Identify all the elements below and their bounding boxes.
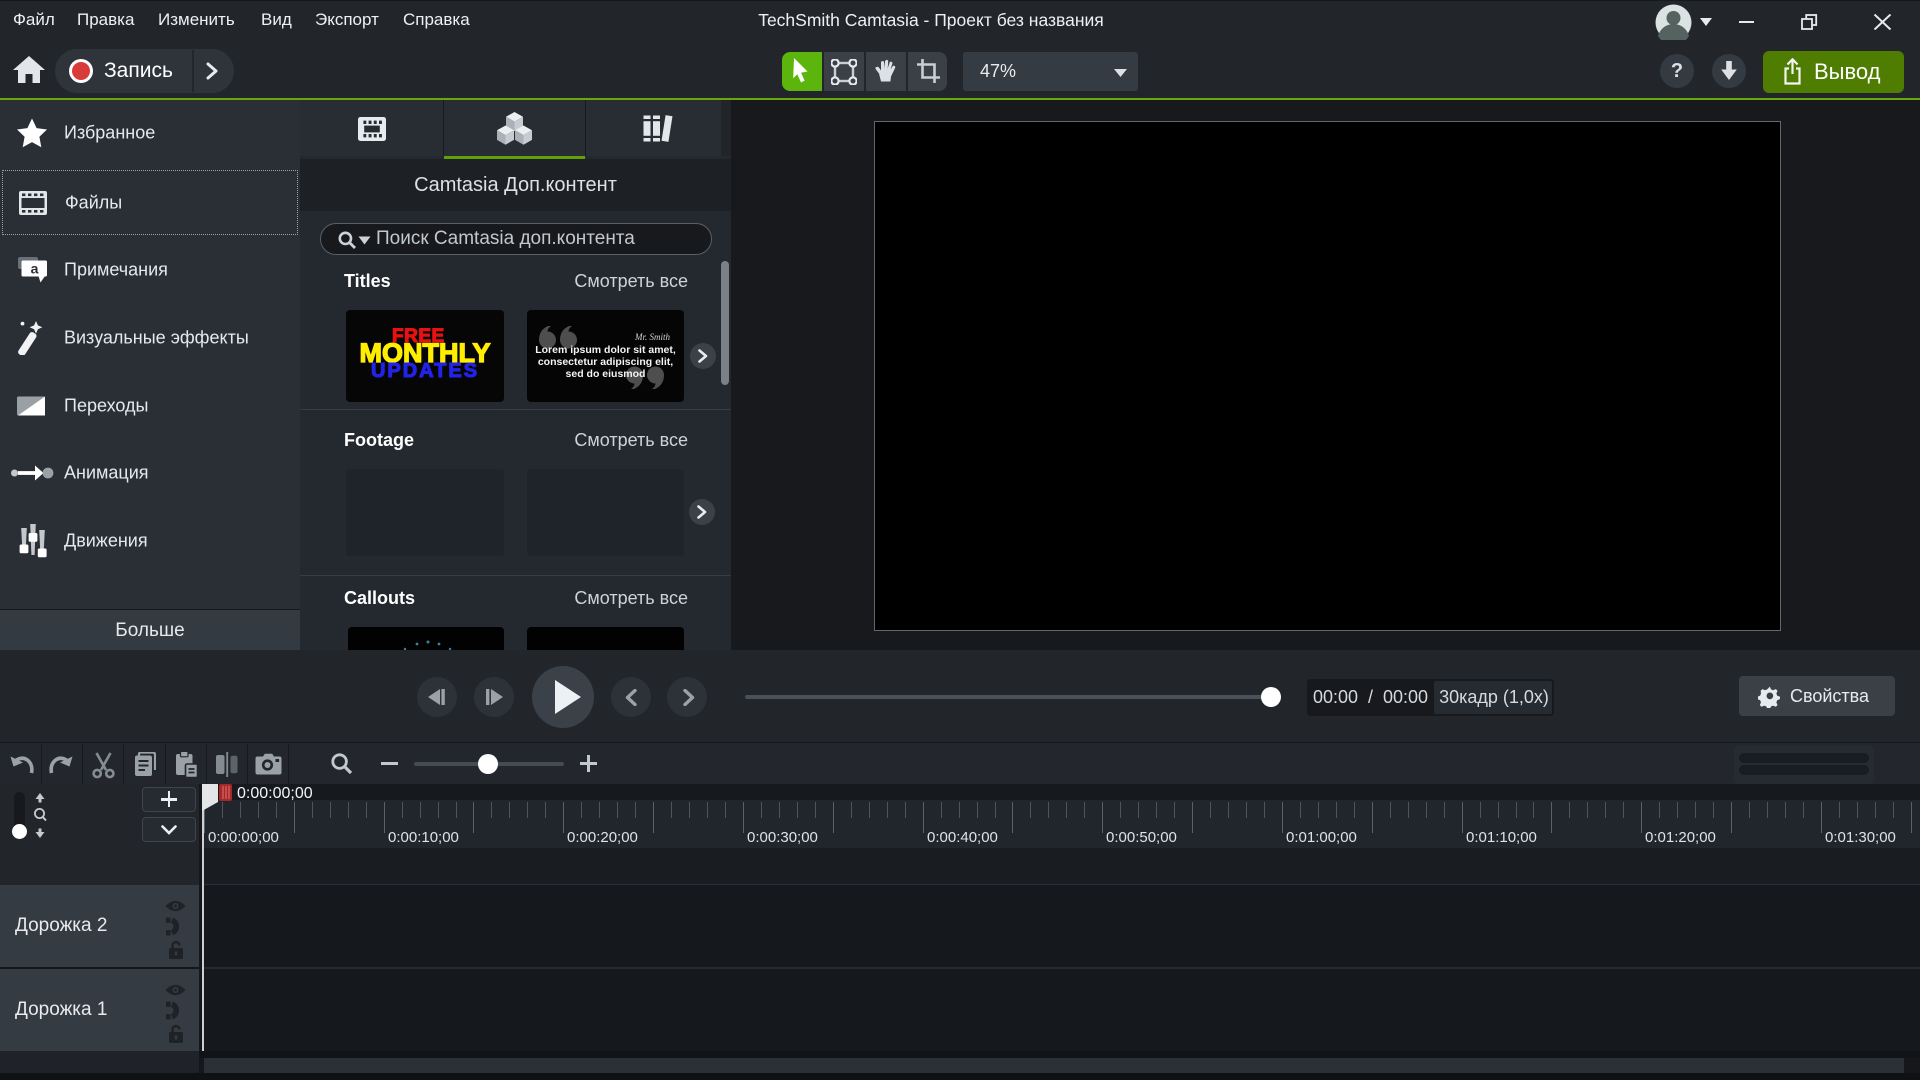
svg-text:a: a <box>31 261 39 277</box>
